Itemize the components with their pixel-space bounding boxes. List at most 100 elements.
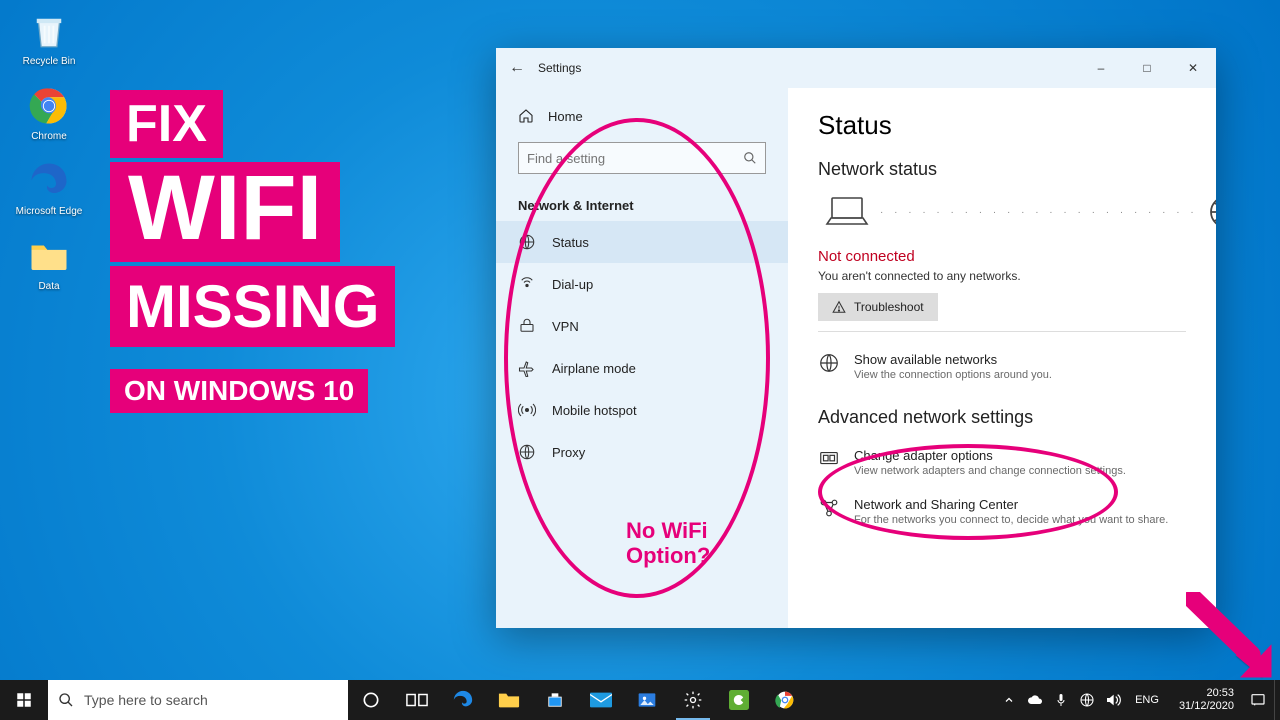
system-tray: ENG 20:53 31/12/2020	[993, 680, 1274, 720]
change-adapter-options[interactable]: Change adapter options View network adap…	[818, 448, 1186, 477]
adapter-icon	[818, 448, 840, 470]
back-button[interactable]: ←	[496, 59, 538, 77]
search-icon	[58, 692, 74, 708]
taskbar-chrome[interactable]	[762, 680, 808, 720]
globe-icon	[818, 352, 840, 374]
sidebar-home[interactable]: Home	[496, 98, 788, 134]
desktop-icon-recycle-bin[interactable]: Recycle Bin	[14, 10, 84, 67]
settings-sidebar: Home Network & Internet Status Dial-up	[496, 88, 788, 628]
folder-icon	[28, 235, 70, 277]
sidebar-item-label: Airplane mode	[552, 361, 636, 376]
desktop-icon-label: Recycle Bin	[14, 56, 84, 67]
show-available-networks[interactable]: Show available networks View the connect…	[818, 352, 1186, 381]
tray-notifications-icon[interactable]	[1250, 692, 1266, 708]
start-button[interactable]	[0, 680, 48, 720]
sidebar-search[interactable]	[518, 142, 766, 174]
network-sharing-center[interactable]: Network and Sharing Center For the netwo…	[818, 497, 1186, 526]
promo-line-1: FIX	[110, 90, 223, 158]
window-title: Settings	[538, 61, 581, 75]
troubleshoot-label: Troubleshoot	[854, 300, 924, 314]
advanced-heading: Advanced network settings	[818, 407, 1186, 428]
tray-chevron-up-icon[interactable]	[1001, 692, 1017, 708]
laptop-icon	[824, 194, 870, 230]
warning-icon	[832, 300, 846, 314]
taskbar-explorer[interactable]	[486, 680, 532, 720]
not-connected-sub: You aren't connected to any networks.	[818, 269, 1186, 283]
show-desktop-button[interactable]	[1274, 680, 1280, 720]
page-title: Status	[818, 110, 1186, 141]
sidebar-item-dialup[interactable]: Dial-up	[496, 263, 788, 305]
taskbar-search[interactable]: Type here to search	[48, 680, 348, 720]
tray-network-icon[interactable]	[1079, 692, 1095, 708]
sidebar-item-label: Mobile hotspot	[552, 403, 637, 418]
taskbar-mail[interactable]	[578, 680, 624, 720]
taskbar: Type here to search ENG 20:53 31/12/2020	[0, 680, 1280, 720]
desktop-icon-chrome[interactable]: Chrome	[14, 85, 84, 142]
not-connected-title: Not connected	[818, 248, 1186, 265]
annotation-no-wifi: No WiFi Option?	[626, 518, 710, 569]
tray-clock[interactable]: 20:53 31/12/2020	[1173, 687, 1240, 712]
taskbar-photos[interactable]	[624, 680, 670, 720]
tray-date: 31/12/2020	[1179, 700, 1234, 713]
link-title: Change adapter options	[854, 448, 1126, 463]
link-sub: View network adapters and change connect…	[854, 465, 1126, 477]
sidebar-item-label: Dial-up	[552, 277, 593, 292]
search-icon	[743, 151, 757, 165]
taskbar-cortana[interactable]	[348, 680, 394, 720]
titlebar[interactable]: ← Settings – □ ✕	[496, 48, 1216, 88]
taskbar-settings[interactable]	[670, 680, 716, 720]
promo-line-2: WIFI	[110, 162, 340, 262]
home-icon	[518, 108, 534, 124]
globe-icon	[518, 233, 536, 251]
taskbar-camtasia[interactable]	[716, 680, 762, 720]
tray-volume-icon[interactable]	[1105, 692, 1121, 708]
chrome-icon	[28, 85, 70, 127]
network-status-heading: Network status	[818, 159, 1186, 180]
sidebar-item-vpn[interactable]: VPN	[496, 305, 788, 347]
airplane-icon	[518, 359, 536, 377]
globe-large-icon	[1208, 194, 1216, 230]
desktop-icons: Recycle Bin Chrome Microsoft Edge Data	[14, 10, 94, 310]
desktop-icon-label: Data	[14, 281, 84, 292]
settings-window: ← Settings – □ ✕ Home Network & Internet	[496, 48, 1216, 628]
desktop-icon-data[interactable]: Data	[14, 235, 84, 292]
taskbar-edge[interactable]	[440, 680, 486, 720]
tray-onedrive-icon[interactable]	[1027, 692, 1043, 708]
link-title: Network and Sharing Center	[854, 497, 1168, 512]
link-sub: View the connection options around you.	[854, 369, 1052, 381]
search-input[interactable]	[527, 151, 743, 166]
sidebar-item-airplane[interactable]: Airplane mode	[496, 347, 788, 389]
tray-mic-icon[interactable]	[1053, 692, 1069, 708]
taskbar-apps	[348, 680, 808, 720]
sidebar-item-proxy[interactable]: Proxy	[496, 431, 788, 473]
minimize-button[interactable]: –	[1078, 48, 1124, 88]
promo-line-4: ON WINDOWS 10	[110, 369, 368, 413]
link-title: Show available networks	[854, 352, 1052, 367]
sidebar-item-hotspot[interactable]: Mobile hotspot	[496, 389, 788, 431]
sidebar-section-title: Network & Internet	[496, 190, 788, 221]
tray-time: 20:53	[1179, 687, 1234, 700]
maximize-button[interactable]: □	[1124, 48, 1170, 88]
desktop-icon-label: Chrome	[14, 131, 84, 142]
close-button[interactable]: ✕	[1170, 48, 1216, 88]
hotspot-icon	[518, 401, 536, 419]
promo-overlay: FIX WIFI MISSING ON WINDOWS 10	[110, 90, 395, 417]
taskbar-taskview[interactable]	[394, 680, 440, 720]
sidebar-item-status[interactable]: Status	[496, 221, 788, 263]
recycle-bin-icon	[28, 10, 70, 52]
proxy-icon	[518, 443, 536, 461]
taskbar-search-placeholder: Type here to search	[84, 692, 208, 708]
troubleshoot-button[interactable]: Troubleshoot	[818, 293, 938, 321]
sidebar-item-label: VPN	[552, 319, 579, 334]
link-sub: For the networks you connect to, decide …	[854, 514, 1168, 526]
dialup-icon	[518, 275, 536, 293]
tray-language[interactable]: ENG	[1131, 694, 1163, 706]
edge-icon	[28, 160, 70, 202]
dotted-line: · · · · · · · · · · · · · · · · · · · · …	[880, 207, 1198, 218]
sidebar-item-label: Status	[552, 235, 589, 250]
sidebar-item-label: Proxy	[552, 445, 585, 460]
taskbar-store[interactable]	[532, 680, 578, 720]
settings-content: Status Network status · · · · · · · · · …	[788, 88, 1216, 628]
desktop-icon-edge[interactable]: Microsoft Edge	[14, 160, 84, 217]
separator	[818, 331, 1186, 332]
